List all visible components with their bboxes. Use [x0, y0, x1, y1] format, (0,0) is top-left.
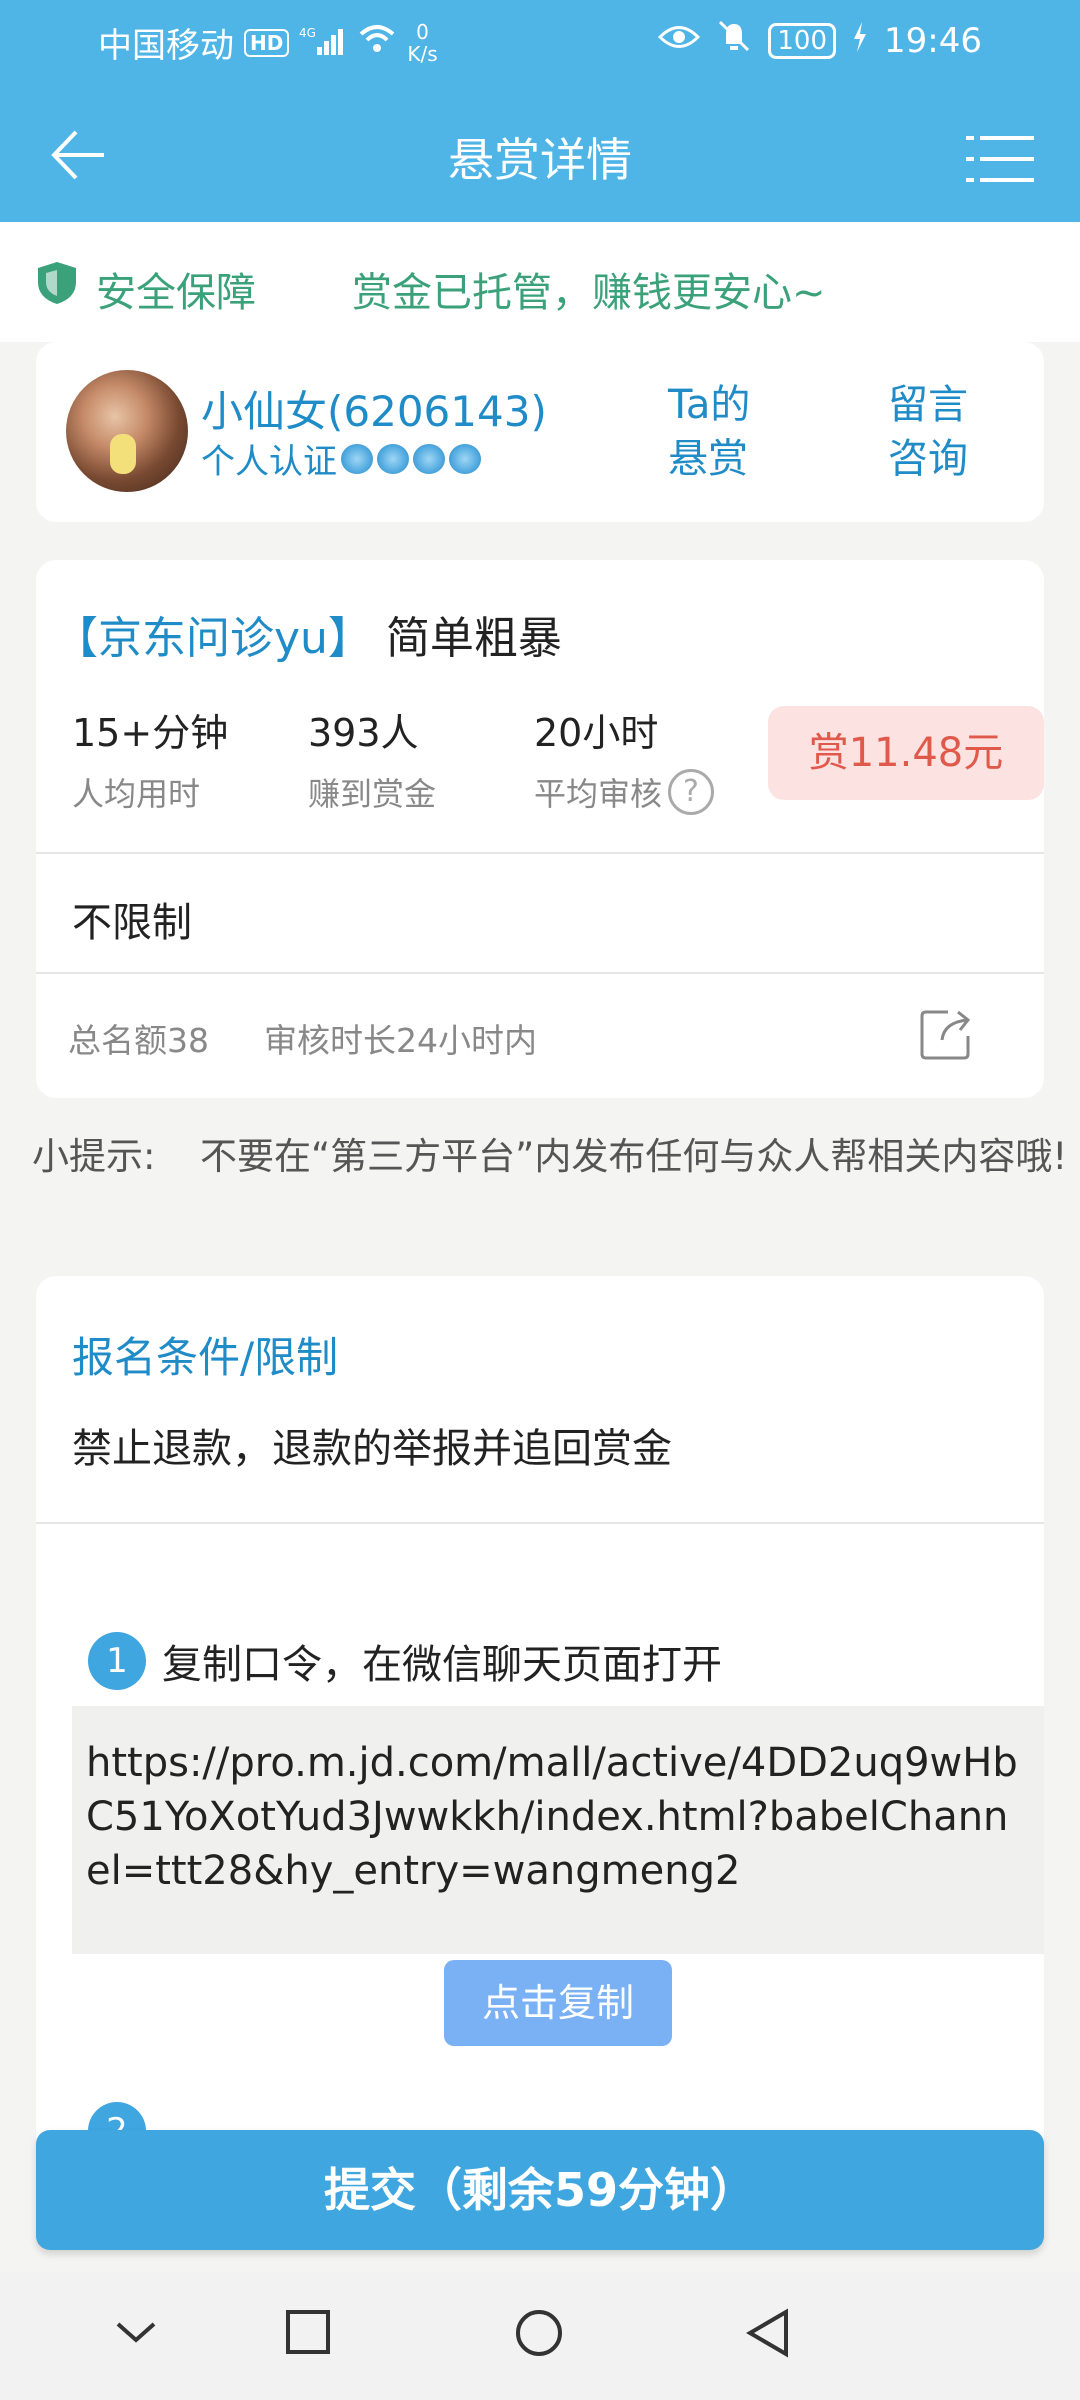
svg-text:4G: 4G — [299, 26, 316, 40]
stat-value: 20小时 — [534, 711, 659, 755]
wifi-icon — [357, 22, 397, 63]
review-time-text: 审核时长24小时内 — [264, 1021, 537, 1060]
divider — [36, 1522, 1044, 1524]
share-icon — [920, 1010, 971, 1060]
home-icon[interactable] — [514, 2308, 564, 2358]
recent-apps-icon[interactable] — [284, 2308, 332, 2356]
publisher-name[interactable]: 小仙女(6206143) — [201, 378, 547, 439]
charging-icon — [852, 21, 868, 61]
safety-label: 安全保障 — [96, 270, 256, 316]
publisher-card: 小仙女(6206143) 个人认证 Ta的 悬赏 留言 咨询 — [36, 342, 1044, 522]
crown-badge-icon — [449, 443, 481, 474]
stat-earned: 393人 赚到赏金 — [308, 702, 436, 815]
tip-text: 不要在“第三方平台”内发布任何与众人帮相关内容哦! — [200, 1135, 1068, 1178]
battery-icon: 100 — [768, 22, 837, 59]
divider — [36, 972, 1044, 974]
stat-value: 393人 — [308, 711, 419, 755]
carrier-label: 中国移动 — [98, 26, 234, 66]
step-text: 复制口令，在微信聊天页面打开 — [162, 1642, 722, 1688]
copy-button[interactable]: 点击复制 — [444, 1960, 672, 2046]
command-code-box[interactable]: https://pro.m.jd.com/mall/active/4DD2uq9… — [72, 1706, 1044, 1954]
system-nav-bar — [0, 2272, 1080, 2400]
chevron-down-icon[interactable] — [112, 2308, 160, 2356]
stat-label: 赚到赏金 — [308, 775, 437, 813]
menu-button[interactable] — [960, 124, 1040, 194]
stat-label: 人均用时 — [72, 775, 201, 813]
crown-badge-icon — [377, 443, 409, 474]
requirements-heading: 报名条件/限制 — [72, 1333, 339, 1382]
reward-badge: 赏11.48元 — [768, 706, 1044, 800]
speed-unit: K/s — [407, 41, 438, 66]
stat-label-row: 平均审核? — [534, 769, 715, 815]
crown-badge-icon — [341, 443, 373, 474]
task-name: 简单粗暴 — [385, 613, 562, 664]
speed-value: 0 — [416, 19, 429, 44]
back-nav-icon[interactable] — [744, 2308, 792, 2358]
task-tag: 【京东问诊yu】 — [54, 613, 372, 664]
avatar[interactable] — [66, 370, 188, 492]
requirements-text: 禁止退款，退款的举报并追回赏金 — [72, 1426, 672, 1472]
shield-icon — [36, 260, 78, 316]
network-speed: 0 K/s — [407, 21, 437, 65]
stat-label: 平均审核 — [534, 775, 663, 813]
help-icon[interactable]: ? — [668, 769, 715, 815]
their-rewards-link[interactable]: Ta的 悬赏 — [668, 378, 750, 486]
requirements-card: 报名条件/限制 禁止退款，退款的举报并追回赏金 1 复制口令，在微信聊天页面打开… — [36, 1276, 1044, 2236]
submit-button[interactable]: 提交（剩余59分钟） — [36, 2130, 1044, 2250]
status-bar: 中国移动 HD 4G 0 K/s 100 19:46 — [0, 0, 1080, 80]
step-1: 1 复制口令，在微信聊天页面打开 — [88, 1632, 722, 1690]
limit-text: 不限制 — [72, 900, 192, 946]
divider — [36, 852, 1044, 854]
stat-value: 15+分钟 — [72, 711, 229, 755]
mute-icon — [716, 18, 752, 63]
eye-icon — [658, 21, 701, 61]
certification-row: 个人认证 — [201, 434, 481, 483]
crown-badge-icon — [413, 443, 445, 474]
tip-label: 小提示: — [32, 1135, 156, 1178]
clock: 19:46 — [884, 20, 982, 61]
hd-badge: HD — [244, 28, 290, 57]
message-consult-link[interactable]: 留言 咨询 — [888, 378, 968, 486]
page-title: 悬赏详情 — [448, 133, 632, 187]
stat-review: 20小时 平均审核? — [534, 702, 715, 815]
safety-message: 赏金已托管，赚钱更安心~ — [352, 270, 826, 316]
nav-bar: 悬赏详情 — [0, 80, 1080, 222]
share-button[interactable] — [918, 1006, 974, 1062]
stat-avg-time: 15+分钟 人均用时 — [72, 702, 228, 815]
task-title: 【京东问诊yu】 简单粗暴 — [54, 602, 562, 666]
signal-icon: 4G — [299, 25, 347, 61]
safety-banner: 安全保障 赏金已托管，赚钱更安心~ — [0, 222, 1080, 342]
step-number: 1 — [88, 1632, 146, 1690]
status-right: 100 19:46 — [658, 18, 982, 63]
status-left: 中国移动 HD 4G 0 K/s — [98, 18, 438, 67]
quota-text: 总名额38 — [68, 1021, 209, 1060]
task-card: 【京东问诊yu】 简单粗暴 15+分钟 人均用时 393人 赚到赏金 20小时 平… — [36, 560, 1044, 1098]
certification-label: 个人认证 — [201, 442, 337, 482]
list-menu-icon — [966, 136, 1034, 182]
